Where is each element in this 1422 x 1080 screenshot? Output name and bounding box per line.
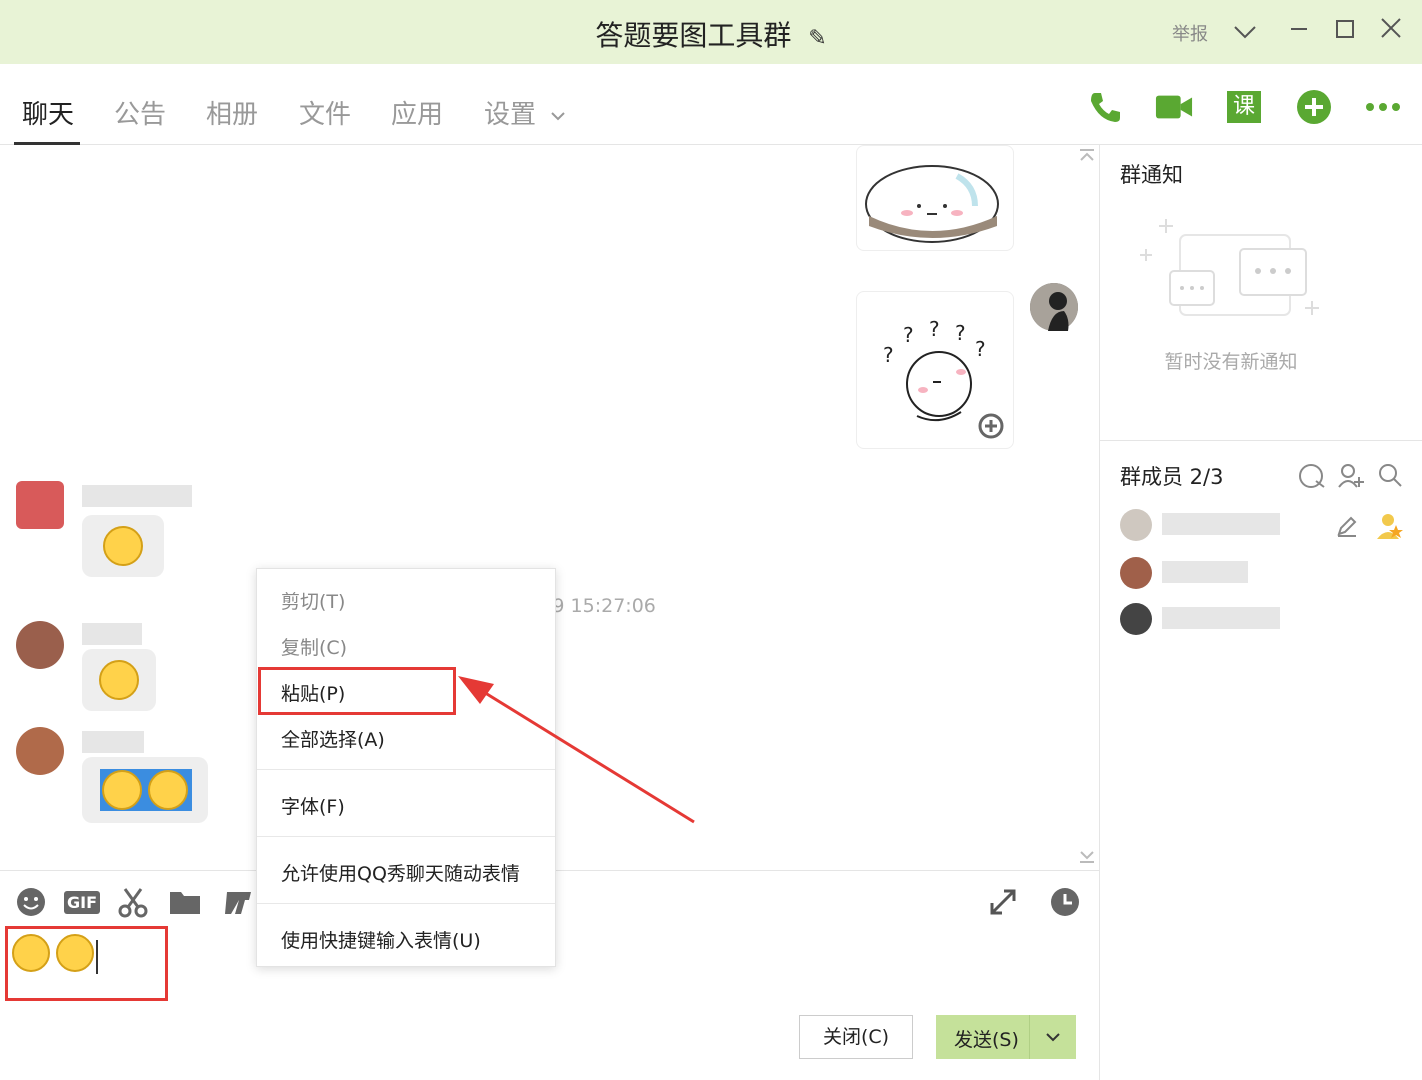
- title-bar: 答题要图工具群 ✎ 举报: [0, 0, 1422, 64]
- window-title: 答题要图工具群 ✎: [0, 14, 1422, 54]
- group-sidebar: 群通知 暂时没有新通知 群成员 2/3: [1099, 145, 1422, 1080]
- menu-separator: [257, 903, 555, 904]
- group-name: 答题要图工具群: [595, 19, 792, 52]
- phone-icon[interactable]: [1086, 88, 1124, 126]
- gif-label: GIF: [64, 890, 101, 914]
- confused-sticker-image: ? ? ? ? ?: [883, 317, 1004, 439]
- avatar: [1120, 603, 1152, 635]
- avatar[interactable]: [16, 481, 64, 529]
- member-name-blurred: [1162, 513, 1280, 535]
- avatar[interactable]: [16, 727, 64, 775]
- video-icon[interactable]: [1155, 88, 1193, 126]
- smile-emoji-icon: [102, 770, 142, 810]
- menu-item-qq-show[interactable]: 允许使用QQ秀聊天随动表情: [281, 859, 520, 886]
- more-icon[interactable]: [1364, 88, 1402, 126]
- scroll-down-icon[interactable]: [1078, 849, 1096, 868]
- input-highlight-box: [5, 926, 168, 1001]
- add-member-icon[interactable]: [1338, 463, 1364, 493]
- message-bubble[interactable]: [82, 757, 208, 823]
- close-window-button[interactable]: [1374, 16, 1408, 50]
- sweat-emoji-icon: [103, 526, 143, 566]
- svg-text:?: ?: [975, 337, 986, 361]
- message-bubble[interactable]: [82, 515, 164, 577]
- lesson-icon[interactable]: 课: [1225, 88, 1263, 126]
- smile-emoji-icon: [148, 770, 188, 810]
- sticker-message[interactable]: ? ? ? ? ?: [856, 291, 1014, 449]
- pencil-icon[interactable]: ✎: [808, 26, 826, 51]
- empty-notice-text: 暂时没有新通知: [1164, 351, 1298, 373]
- sender-name-blurred: [82, 623, 142, 645]
- gif-icon[interactable]: GIF: [64, 885, 101, 919]
- sticker-message[interactable]: [856, 145, 1014, 251]
- menu-item-cut[interactable]: 剪切(T): [281, 587, 345, 614]
- menu-item-copy[interactable]: 复制(C): [281, 633, 347, 660]
- menu-item-font[interactable]: 字体(F): [281, 792, 345, 819]
- chevron-down-icon[interactable]: [1228, 16, 1262, 50]
- font-icon[interactable]: [222, 885, 256, 919]
- send-options-chevron-icon[interactable]: [1029, 1015, 1076, 1059]
- tab-announcement[interactable]: 公告: [114, 94, 166, 131]
- owner-badge-icon: [1374, 511, 1404, 545]
- folder-icon[interactable]: [168, 885, 202, 919]
- scroll-up-icon[interactable]: [1078, 147, 1096, 166]
- scissors-icon[interactable]: [116, 885, 150, 919]
- add-chat-icon[interactable]: [1295, 88, 1333, 126]
- member-name-blurred: [1162, 607, 1280, 629]
- member-name-blurred: [1162, 561, 1248, 583]
- member-chat-icon[interactable]: [1298, 463, 1326, 493]
- svg-text:?: ?: [955, 321, 966, 345]
- expand-icon[interactable]: [986, 885, 1020, 919]
- message-bubble[interactable]: [82, 649, 156, 711]
- svg-text:?: ?: [883, 343, 894, 367]
- close-button[interactable]: 关闭(C): [799, 1015, 913, 1059]
- avatar[interactable]: [1030, 283, 1078, 331]
- svg-text:?: ?: [903, 323, 914, 347]
- paste-highlight-box: [258, 667, 456, 715]
- annotation-arrow-icon: [458, 676, 695, 824]
- sender-name-blurred: [82, 485, 192, 507]
- notice-title: 群通知: [1120, 163, 1183, 187]
- chevron-down-icon: [551, 111, 565, 120]
- emoji-icon[interactable]: [14, 885, 48, 919]
- avatar[interactable]: [16, 621, 64, 669]
- divider: [1100, 440, 1422, 441]
- report-link[interactable]: 举报: [1172, 20, 1208, 46]
- tab-chat[interactable]: 聊天: [22, 94, 74, 131]
- send-button-label: 发送(S): [954, 1029, 1019, 1051]
- mochi-sticker-image: [865, 165, 999, 243]
- edit-icon[interactable]: [1336, 515, 1358, 541]
- send-button[interactable]: 发送(S): [936, 1015, 1076, 1059]
- menu-item-select-all[interactable]: 全部选择(A): [281, 725, 385, 752]
- members-title: 群成员 2/3: [1120, 465, 1224, 489]
- history-icon[interactable]: [1048, 885, 1082, 919]
- avatar: [1120, 509, 1152, 541]
- tab-apps[interactable]: 应用: [391, 94, 443, 131]
- search-icon[interactable]: [1378, 463, 1402, 491]
- maximize-button[interactable]: [1328, 16, 1362, 50]
- laugh-cry-emoji-icon: [99, 660, 139, 700]
- lesson-label: 课: [1227, 91, 1261, 123]
- menu-item-emoji-shortcut[interactable]: 使用快捷键输入表情(U): [281, 926, 481, 953]
- minimize-button[interactable]: [1282, 16, 1316, 50]
- tab-album[interactable]: 相册: [206, 94, 258, 131]
- sender-name-blurred: [82, 731, 144, 753]
- tab-settings[interactable]: 设置: [484, 94, 566, 131]
- tab-bar: 聊天 公告 相册 文件 应用 设置 课: [0, 64, 1422, 145]
- tab-files[interactable]: 文件: [299, 94, 351, 131]
- empty-notice-illustration-icon: [1140, 219, 1319, 316]
- menu-separator: [257, 836, 555, 837]
- svg-text:?: ?: [929, 317, 940, 341]
- selected-emoji-highlight: [100, 769, 192, 811]
- tab-settings-label: 设置: [484, 100, 537, 130]
- avatar: [1120, 557, 1152, 589]
